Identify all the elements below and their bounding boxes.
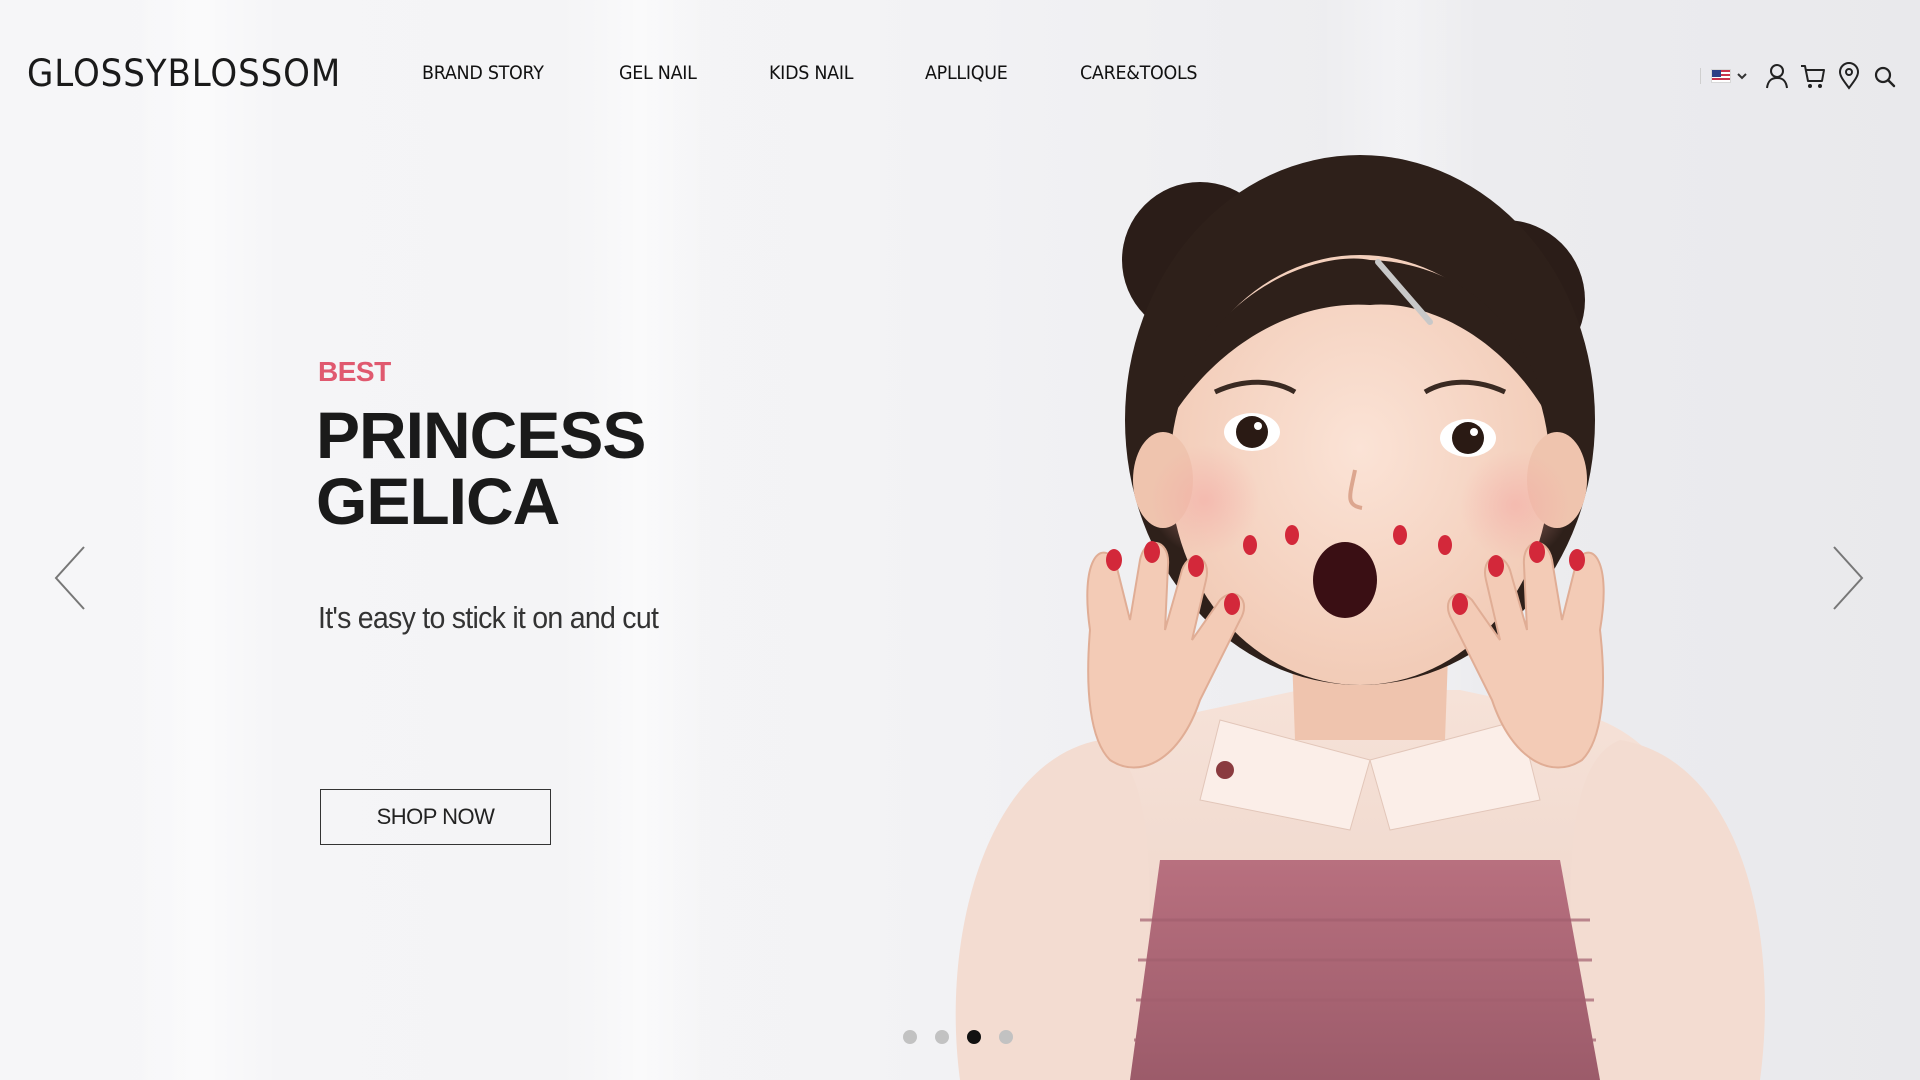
hero-eyebrow: BEST bbox=[318, 356, 391, 387]
hero-model-image bbox=[955, 155, 1765, 1080]
location-pin-icon[interactable] bbox=[1835, 62, 1863, 90]
site-header: GLOSSYBLOSSOM BRAND STORY GEL NAIL KIDS … bbox=[0, 0, 1920, 150]
hero-banner bbox=[0, 0, 1920, 1080]
carousel-dot-1[interactable] bbox=[903, 1030, 917, 1044]
backdrop-fold bbox=[560, 0, 720, 1080]
brand-logo[interactable]: GLOSSYBLOSSOM bbox=[27, 52, 341, 95]
nav-item-apllique[interactable]: APLLIQUE bbox=[925, 62, 1008, 84]
hero-headline-line: GELICA bbox=[316, 464, 560, 538]
cart-icon[interactable] bbox=[1799, 62, 1827, 90]
nav-item-gel-nail[interactable]: GEL NAIL bbox=[619, 62, 697, 84]
carousel-dot-4[interactable] bbox=[999, 1030, 1013, 1044]
nav-item-brand-story[interactable]: BRAND STORY bbox=[422, 62, 544, 84]
carousel-dot-3[interactable] bbox=[967, 1030, 981, 1044]
us-flag-icon[interactable] bbox=[1711, 69, 1731, 83]
main-nav: BRAND STORY GEL NAIL KIDS NAIL APLLIQUE … bbox=[422, 62, 1207, 84]
backdrop-fold bbox=[120, 0, 280, 1080]
nav-item-kids-nail[interactable]: KIDS NAIL bbox=[769, 62, 853, 84]
chevron-right-icon[interactable] bbox=[1830, 543, 1866, 613]
carousel-dot-2[interactable] bbox=[935, 1030, 949, 1044]
divider bbox=[1700, 68, 1701, 84]
carousel-pagination bbox=[903, 1030, 1013, 1044]
user-icon[interactable] bbox=[1763, 62, 1791, 90]
hero-headline: PRINCESS GELICA bbox=[316, 402, 776, 534]
chevron-left-icon[interactable] bbox=[52, 543, 88, 613]
hero-headline-line: PRINCESS bbox=[316, 398, 646, 472]
hero-subline: It's easy to stick it on and cut bbox=[318, 600, 659, 635]
header-utilities bbox=[1700, 62, 1899, 90]
search-icon[interactable] bbox=[1871, 62, 1899, 90]
chevron-down-icon[interactable] bbox=[1735, 69, 1749, 83]
nav-item-care-tools[interactable]: CARE&TOOLS bbox=[1080, 62, 1198, 84]
shop-now-button[interactable]: SHOP NOW bbox=[320, 789, 551, 845]
